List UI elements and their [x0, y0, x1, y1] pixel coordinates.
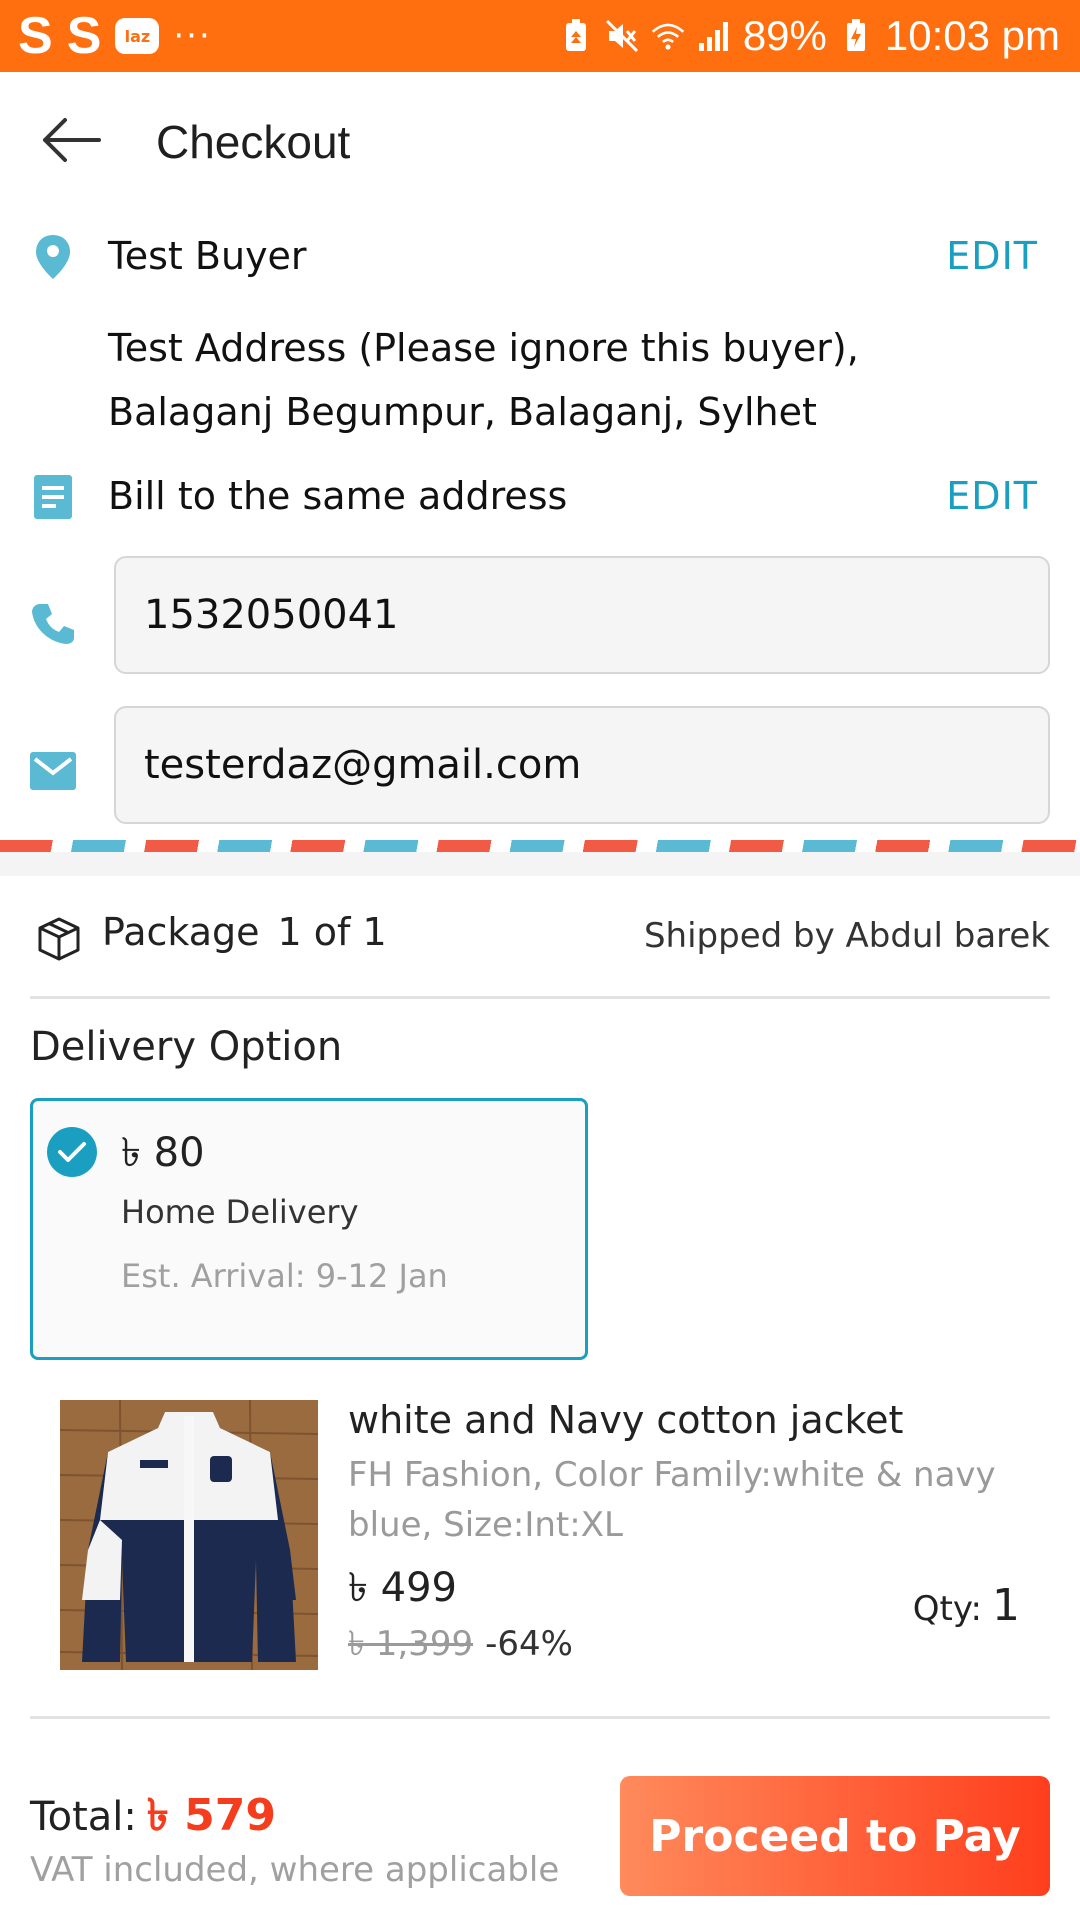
shipped-by: Shipped by Abdul barek	[643, 916, 1050, 956]
delivery-method: Home Delivery	[121, 1193, 359, 1231]
product-price: ৳ 499	[348, 1565, 457, 1611]
delivery-option-title: Delivery Option	[30, 1024, 343, 1070]
status-app-glyph: S	[66, 7, 102, 65]
delivery-price: ৳ 80	[121, 1130, 205, 1176]
package-title: Package	[102, 910, 260, 954]
billing-address-label: Bill to the same address	[108, 474, 568, 518]
mute-icon	[605, 19, 639, 53]
package-label: Package 1 of 1	[102, 910, 387, 954]
arrow-left-icon	[41, 118, 101, 166]
page-title: Checkout	[156, 116, 351, 168]
email-icon	[28, 746, 78, 796]
status-app-glyph: S	[18, 7, 53, 65]
more-notifications-icon: ···	[173, 16, 212, 56]
qty-label: Qty:	[912, 1589, 982, 1629]
phone-icon	[28, 598, 78, 648]
delivery-option-card[interactable]: ৳ 80 Home Delivery Est. Arrival: 9-12 Ja…	[30, 1098, 588, 1360]
product-divider	[30, 1716, 1050, 1719]
edit-shipping-button[interactable]: EDIT	[946, 234, 1038, 278]
total-label: Total:	[30, 1794, 137, 1840]
location-pin-icon	[28, 232, 78, 282]
proceed-to-pay-button[interactable]: Proceed to Pay	[620, 1776, 1050, 1896]
billing-document-icon	[28, 472, 78, 522]
signal-icon	[697, 19, 731, 53]
battery-saver-icon	[559, 19, 593, 53]
package-divider	[30, 996, 1050, 999]
product-name[interactable]: white and Navy cotton jacket	[348, 1398, 903, 1442]
section-gap	[0, 852, 1080, 876]
phone-value: 1532050041	[144, 592, 399, 638]
email-field[interactable]: testerdaz@gmail.com	[114, 706, 1050, 824]
product-variant: FH Fashion, Color Family:white & navy bl…	[348, 1455, 996, 1545]
clock: 10:03 pm	[884, 12, 1060, 59]
vat-note: VAT included, where applicable	[30, 1850, 560, 1890]
product-original-price-row: ৳ 1,399 -64%	[348, 1618, 573, 1675]
edit-billing-button[interactable]: EDIT	[946, 474, 1038, 518]
product-image[interactable]	[60, 1400, 318, 1670]
total-amount: ৳ 579	[146, 1790, 276, 1841]
status-right: 89% 10:03 pm	[559, 8, 1060, 64]
address-line: Test Address (Please ignore this buyer),	[108, 326, 859, 370]
wifi-icon	[651, 19, 685, 53]
buyer-name: Test Buyer	[108, 234, 307, 278]
quantity: Qty: 1	[913, 1580, 1020, 1631]
package-count: 1 of 1	[277, 910, 387, 954]
discount-percent: -64%	[485, 1624, 573, 1664]
app-bar: Checkout	[0, 72, 1080, 212]
status-left: S S laz ···	[18, 8, 212, 64]
qty-value: 1	[992, 1580, 1020, 1631]
address-line: Balaganj Begumpur, Balaganj, Sylhet	[108, 390, 817, 434]
charging-icon	[839, 19, 873, 53]
status-bar: S S laz ··· 89% 10:03 pm	[0, 0, 1080, 72]
shipping-address: Test Address (Please ignore this buyer),…	[108, 316, 1008, 444]
battery-percent: 89%	[742, 12, 827, 59]
check-circle-icon	[47, 1127, 97, 1177]
back-button[interactable]	[38, 112, 104, 172]
original-price: ৳ 1,399	[348, 1624, 474, 1664]
lazada-notification-icon: laz	[115, 18, 160, 54]
delivery-eta: Est. Arrival: 9-12 Jan	[121, 1257, 448, 1295]
airmail-divider	[0, 840, 1080, 852]
phone-field[interactable]: 1532050041	[114, 556, 1050, 674]
total-line: Total: ৳ 579	[30, 1782, 276, 1855]
email-value: testerdaz@gmail.com	[144, 742, 582, 788]
package-box-icon	[36, 916, 84, 964]
